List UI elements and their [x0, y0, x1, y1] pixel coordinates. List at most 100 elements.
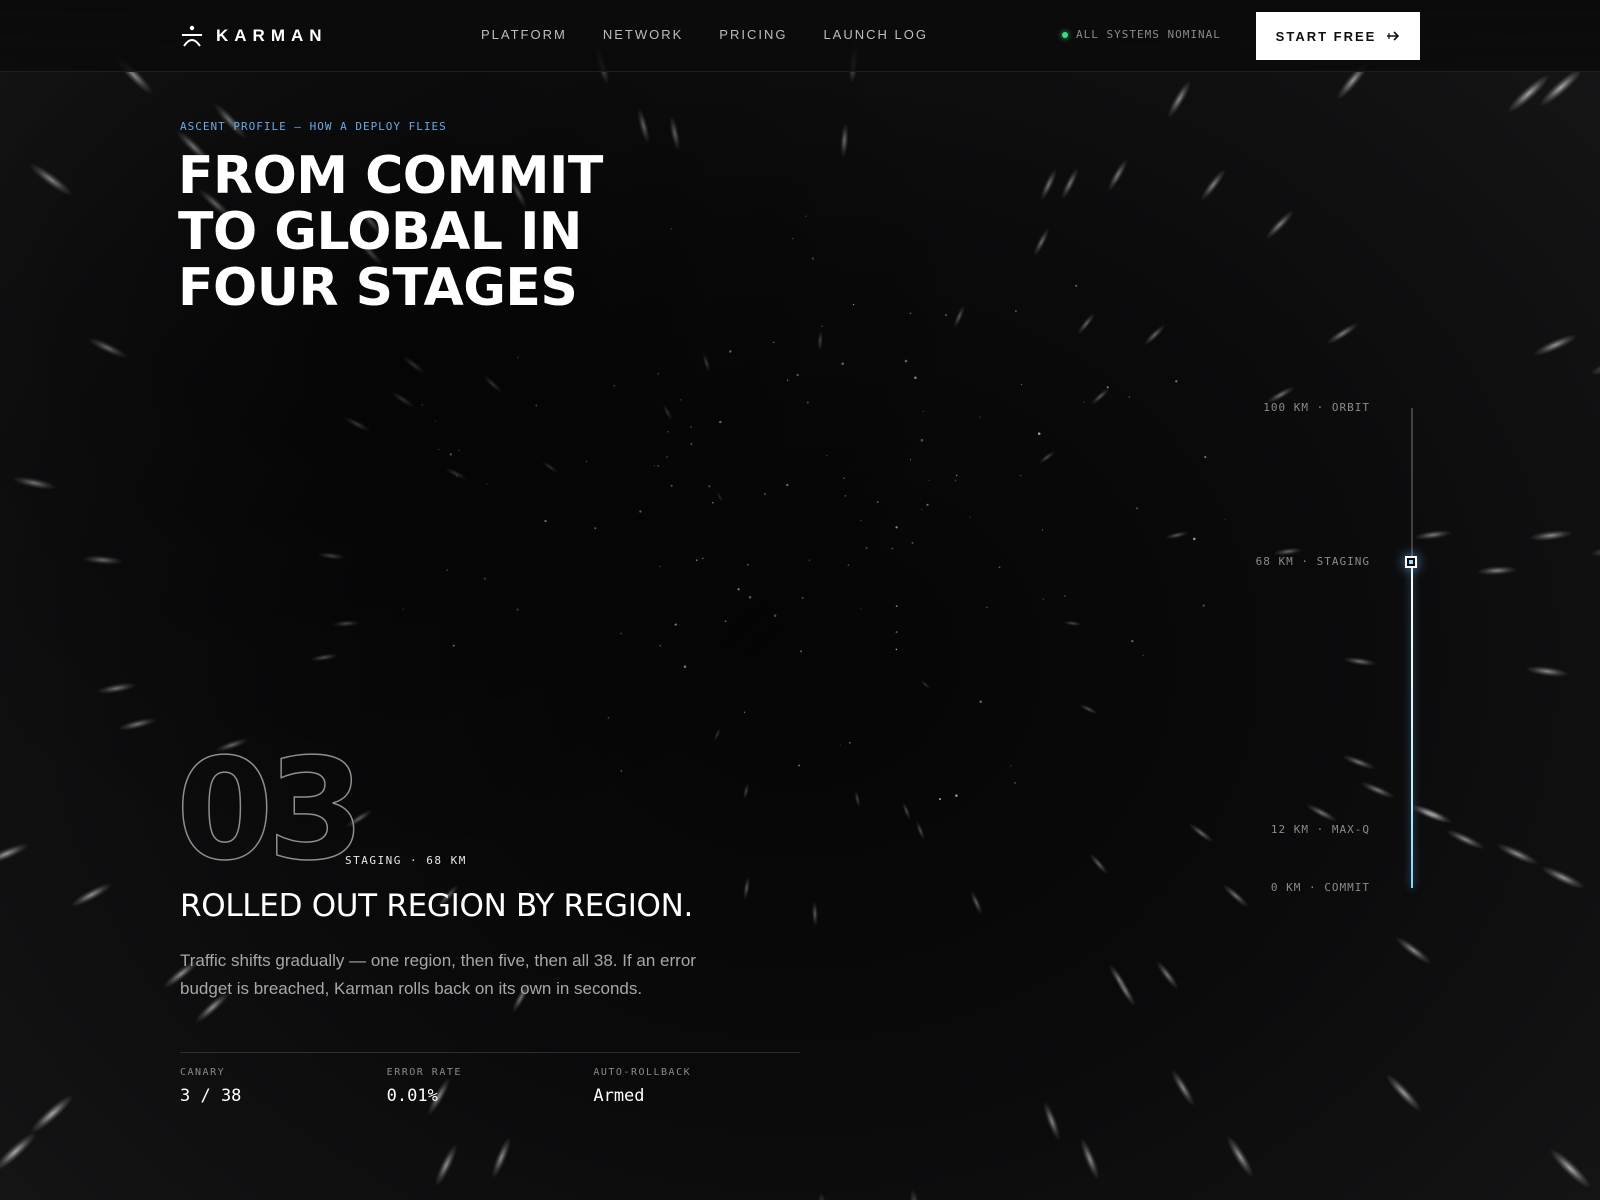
nav-link-pricing[interactable]: PRICING	[719, 27, 787, 42]
star-dot	[1106, 386, 1109, 389]
star-streak	[1090, 387, 1110, 405]
nav-link-launch-log[interactable]: LAUNCH LOG	[823, 27, 928, 42]
star-streak	[1043, 1101, 1061, 1141]
star-streak	[30, 1094, 74, 1134]
star-dot	[1175, 380, 1178, 383]
star-dot	[1014, 782, 1016, 784]
star-dot	[1041, 529, 1044, 531]
nav-link-platform[interactable]: PLATFORM	[481, 27, 567, 42]
star-streak	[1496, 843, 1539, 865]
star-streak	[491, 1136, 512, 1179]
star-dot	[1075, 284, 1078, 287]
star-dot	[1015, 310, 1017, 312]
stage-number: 03	[175, 729, 365, 892]
start-free-button[interactable]: START FREE	[1256, 12, 1420, 60]
star-streak	[816, 1192, 828, 1200]
star-streak	[1533, 334, 1578, 356]
star-streak	[1507, 74, 1550, 113]
star-streak	[1549, 1148, 1592, 1189]
star-streak	[909, 1189, 922, 1200]
metric-canary: CANARY 3 / 38	[180, 1053, 387, 1106]
metric-error-rate: ERROR RATE 0.01%	[387, 1053, 594, 1106]
altitude-label-commit: 0 KM · COMMIT	[1270, 881, 1370, 894]
star-streak	[1061, 167, 1079, 200]
star-streak	[1529, 530, 1573, 541]
star-dot	[1042, 598, 1045, 600]
star-streak	[1171, 1069, 1195, 1107]
star-streak	[0, 1132, 37, 1172]
headline-line-1: FROM COMMIT	[178, 146, 603, 206]
background-vignette	[0, 0, 1000, 900]
metric-value: 3 / 38	[180, 1086, 242, 1106]
stage-description: Traffic shifts gradually — one region, t…	[180, 951, 696, 998]
star-dot	[1083, 401, 1086, 403]
section-eyebrow: ASCENT PROFILE — HOW A DEPLOY FLIES	[180, 120, 447, 133]
star-streak	[1385, 1074, 1422, 1112]
ascent-logo-icon	[182, 25, 202, 47]
altitude-track: 100 KM · ORBIT 68 KM · STAGING 12 KM · M…	[1180, 400, 1440, 900]
metric-label: ERROR RATE	[386, 1067, 462, 1078]
brand-logo[interactable]: KARMAN	[180, 24, 328, 48]
altitude-progress-fill	[1411, 561, 1413, 888]
star-dot	[1128, 396, 1131, 398]
star-streak	[1143, 324, 1166, 346]
star-dot	[1037, 432, 1041, 435]
stage-tag: STAGING · 68 KM	[345, 854, 467, 867]
metric-label: CANARY	[180, 1067, 226, 1078]
star-streak	[811, 901, 819, 927]
star-streak	[1077, 312, 1096, 335]
star-streak	[1167, 80, 1192, 118]
star-dot	[1010, 765, 1012, 767]
star-streak	[1476, 565, 1518, 576]
altitude-label-max-q: 12 KM · MAX-Q	[1270, 823, 1370, 837]
star-streak	[1155, 960, 1179, 990]
altitude-label-staging: 68 KM · STAGING	[1255, 554, 1370, 568]
metric-label: AUTO-ROLLBACK	[593, 1067, 692, 1078]
star-streak	[1541, 866, 1585, 889]
star-streak	[1525, 665, 1569, 677]
star-streak	[1226, 1135, 1254, 1178]
star-streak	[1326, 322, 1359, 345]
metric-value: 0.01%	[386, 1086, 438, 1106]
star-streak	[1078, 703, 1098, 715]
star-streak	[434, 1144, 458, 1187]
star-streak	[1590, 354, 1600, 376]
brand-name: KARMAN	[216, 26, 328, 45]
headline-line-2: TO GLOBAL IN	[178, 202, 582, 262]
star-streak	[1445, 829, 1485, 850]
stage-title: ROLLED OUT REGION BY REGION.	[180, 888, 694, 924]
star-streak	[1080, 1138, 1100, 1180]
nav-link-network[interactable]: NETWORK	[603, 27, 683, 42]
star-streak	[1040, 168, 1057, 201]
status-dot-icon	[1062, 31, 1068, 38]
star-streak	[1108, 964, 1129, 994]
status-text: ALL SYSTEMS NOMINAL	[1076, 28, 1221, 41]
star-dot	[1131, 639, 1134, 643]
star-streak	[1089, 853, 1109, 875]
star-dot	[1020, 384, 1023, 386]
metric-value: Armed	[593, 1086, 645, 1106]
altitude-marker[interactable]	[1405, 555, 1417, 568]
star-streak	[1033, 228, 1050, 257]
star-streak	[1107, 158, 1128, 192]
stage-metrics: CANARY 3 / 38 ERROR RATE 0.01% AUTO-ROLL…	[180, 1052, 800, 1106]
star-streak	[1038, 450, 1056, 464]
star-dot	[1142, 654, 1144, 656]
page-title: FROM COMMIT TO GLOBAL IN FOUR STAGES	[178, 148, 698, 316]
system-status: ALL SYSTEMS NOMINAL	[1062, 28, 1221, 41]
metric-auto-rollback: AUTO-ROLLBACK Armed	[593, 1053, 800, 1106]
top-nav: KARMAN PLATFORM NETWORK PRICING LAUNCH L…	[0, 0, 1600, 72]
nav-links: PLATFORM NETWORK PRICING LAUNCH LOG	[481, 27, 928, 42]
headline-line-3: FOUR STAGES	[178, 258, 578, 318]
star-streak	[1200, 168, 1226, 201]
star-streak	[1590, 546, 1600, 557]
star-dot	[1063, 595, 1066, 598]
star-dot	[1136, 507, 1138, 510]
altitude-label-orbit: 100 KM · ORBIT	[1263, 401, 1370, 414]
star-streak	[1265, 210, 1295, 240]
star-streak	[1063, 620, 1082, 626]
star-streak	[1395, 936, 1432, 965]
star-dot	[1019, 474, 1022, 477]
arrow-right-icon	[1387, 31, 1400, 41]
start-free-label: START FREE	[1275, 28, 1377, 44]
